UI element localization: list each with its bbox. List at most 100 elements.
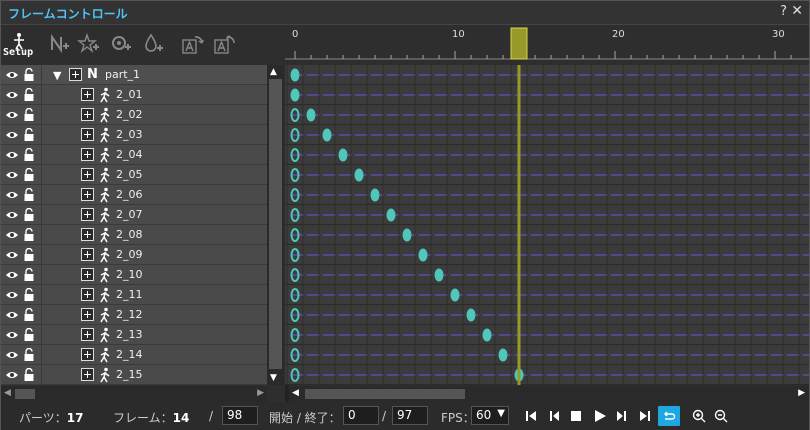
expand-plus-icon[interactable] — [81, 308, 94, 321]
unlock-icon[interactable] — [23, 328, 35, 342]
layer-row[interactable]: 2_05 — [1, 165, 267, 185]
unlock-icon[interactable] — [23, 268, 35, 282]
eye-icon[interactable] — [5, 329, 19, 341]
scroll-down-arrow-icon[interactable]: ▼ — [270, 373, 277, 383]
collapse-triangle-icon[interactable]: ▼ — [53, 69, 61, 82]
scroll-up-arrow-icon[interactable]: ▲ — [270, 67, 277, 77]
zoom-out-button[interactable] — [712, 407, 730, 425]
unlock-icon[interactable] — [23, 208, 35, 222]
eye-icon[interactable] — [5, 129, 19, 141]
expand-plus-icon[interactable] — [81, 88, 94, 101]
layer-row[interactable]: 2_11 — [1, 285, 267, 305]
eye-icon[interactable] — [5, 229, 19, 241]
go-to-start-button[interactable] — [522, 407, 540, 425]
expand-plus-icon[interactable] — [81, 208, 94, 221]
frame-ruler[interactable]: 0 10 20 30 — [285, 25, 809, 65]
layer-row[interactable]: 2_08 — [1, 225, 267, 245]
unlock-icon[interactable] — [23, 168, 35, 182]
add-star-button[interactable] — [75, 29, 103, 59]
eye-icon[interactable] — [5, 209, 19, 221]
layer-row[interactable]: 2_06 — [1, 185, 267, 205]
expand-plus-icon[interactable] — [81, 188, 94, 201]
eye-icon[interactable] — [5, 149, 19, 161]
expand-plus-icon[interactable] — [69, 68, 82, 81]
layer-list-vertical-scrollbar[interactable]: ▲ ▼ — [267, 65, 284, 385]
eye-icon[interactable] — [5, 189, 19, 201]
layer-row-part-1[interactable]: ▼ N part_1 — [1, 65, 267, 85]
eye-icon[interactable] — [5, 109, 19, 121]
help-button[interactable]: ? — [780, 4, 787, 19]
scroll-thumb[interactable] — [15, 389, 35, 399]
fps-select[interactable]: 60 ▼ — [471, 406, 509, 425]
unlock-icon[interactable] — [23, 308, 35, 322]
keyframe-grid[interactable] — [285, 65, 809, 385]
timeline-horizontal-scrollbar[interactable]: ◀ ▶ — [289, 386, 809, 402]
scroll-thumb[interactable] — [305, 389, 465, 399]
previous-frame-button[interactable] — [545, 407, 563, 425]
zoom-in-button[interactable] — [690, 407, 708, 425]
eye-icon[interactable] — [5, 269, 19, 281]
add-drop-button[interactable] — [139, 29, 167, 59]
layer-row[interactable]: 2_09 — [1, 245, 267, 265]
expand-plus-icon[interactable] — [81, 268, 94, 281]
unlock-icon[interactable] — [23, 108, 35, 122]
scroll-thumb[interactable] — [269, 79, 282, 369]
expand-plus-icon[interactable] — [81, 348, 94, 361]
stop-button[interactable] — [567, 407, 585, 425]
add-null-button[interactable] — [45, 29, 73, 59]
expand-plus-icon[interactable] — [81, 328, 94, 341]
expand-plus-icon[interactable] — [81, 288, 94, 301]
scroll-right-arrow-icon[interactable]: ▶ — [798, 388, 805, 398]
unlock-icon[interactable] — [23, 68, 35, 82]
eye-icon[interactable] — [5, 309, 19, 321]
text-rotate-left-button[interactable] — [179, 29, 207, 59]
layer-row[interactable]: 2_07 — [1, 205, 267, 225]
expand-plus-icon[interactable] — [81, 368, 94, 381]
expand-plus-icon[interactable] — [81, 108, 94, 121]
next-frame-button[interactable] — [613, 407, 631, 425]
scroll-left-arrow-icon[interactable]: ◀ — [292, 388, 299, 398]
layer-row[interactable]: 2_10 — [1, 265, 267, 285]
layer-row[interactable]: 2_12 — [1, 305, 267, 325]
go-to-end-button[interactable] — [636, 407, 654, 425]
layer-row[interactable]: 2_03 — [1, 125, 267, 145]
unlock-icon[interactable] — [23, 288, 35, 302]
loop-toggle-button[interactable] — [658, 406, 680, 426]
unlock-icon[interactable] — [23, 348, 35, 362]
layer-row[interactable]: 2_04 — [1, 145, 267, 165]
unlock-icon[interactable] — [23, 148, 35, 162]
eye-icon[interactable] — [5, 289, 19, 301]
close-button[interactable]: ✕ — [791, 3, 803, 19]
layer-row[interactable]: 2_13 — [1, 325, 267, 345]
play-button[interactable] — [591, 407, 609, 425]
total-frames-field[interactable]: 98 — [222, 406, 258, 425]
text-rotate-right-button[interactable] — [211, 29, 239, 59]
range-start-field[interactable]: 0 — [343, 406, 379, 425]
expand-plus-icon[interactable] — [81, 248, 94, 261]
unlock-icon[interactable] — [23, 368, 35, 382]
expand-plus-icon[interactable] — [81, 128, 94, 141]
scroll-right-arrow-icon[interactable]: ▶ — [257, 388, 264, 398]
eye-icon[interactable] — [5, 349, 19, 361]
layer-row[interactable]: 2_14 — [1, 345, 267, 365]
eye-icon[interactable] — [5, 89, 19, 101]
layer-row[interactable]: 2_01 — [1, 85, 267, 105]
add-gear-button[interactable] — [107, 29, 135, 59]
layer-list-horizontal-scrollbar[interactable]: ◀ ▶ — [1, 386, 267, 402]
eye-icon[interactable] — [5, 69, 19, 81]
expand-plus-icon[interactable] — [81, 148, 94, 161]
eye-icon[interactable] — [5, 169, 19, 181]
range-end-field[interactable]: 97 — [392, 406, 428, 425]
layer-row[interactable]: 2_02 — [1, 105, 267, 125]
layer-row[interactable]: 2_15 — [1, 365, 267, 385]
unlock-icon[interactable] — [23, 248, 35, 262]
eye-icon[interactable] — [5, 369, 19, 381]
expand-plus-icon[interactable] — [81, 168, 94, 181]
expand-plus-icon[interactable] — [81, 228, 94, 241]
eye-icon[interactable] — [5, 249, 19, 261]
scroll-left-arrow-icon[interactable]: ◀ — [4, 388, 11, 398]
unlock-icon[interactable] — [23, 228, 35, 242]
unlock-icon[interactable] — [23, 128, 35, 142]
unlock-icon[interactable] — [23, 88, 35, 102]
unlock-icon[interactable] — [23, 188, 35, 202]
